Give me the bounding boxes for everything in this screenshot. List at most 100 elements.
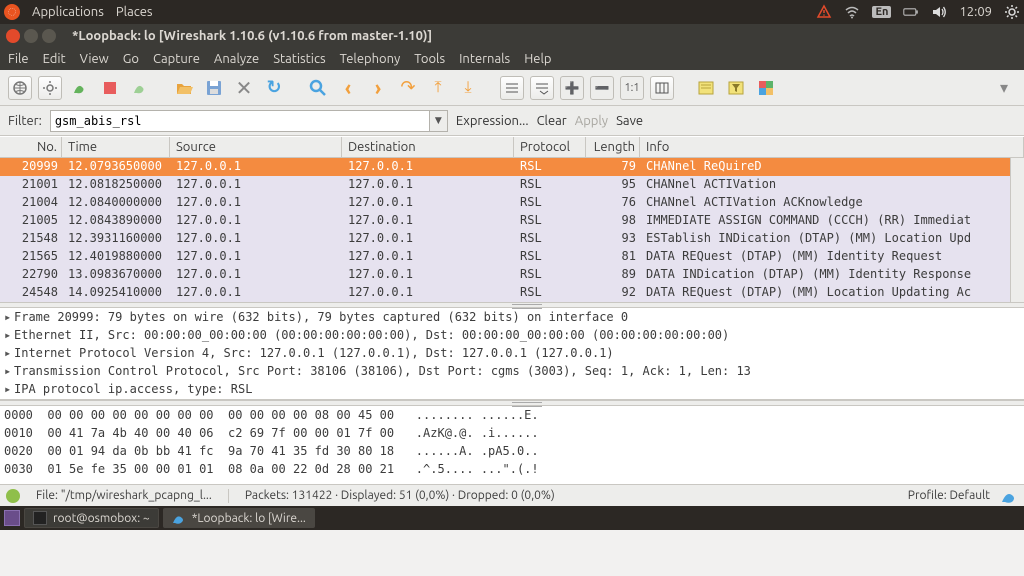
volume-icon[interactable]: [931, 4, 947, 20]
col-header-info[interactable]: Info: [640, 137, 1024, 157]
col-header-time[interactable]: Time: [62, 137, 170, 157]
detail-line[interactable]: ▸IPA protocol ip.access, type: RSL: [4, 382, 1020, 400]
filter-expression-button[interactable]: Expression...: [456, 114, 529, 128]
window-titlebar[interactable]: *Loopback: lo [Wireshark 1.10.6 (v1.10.6…: [0, 24, 1024, 48]
filter-apply-button[interactable]: Apply: [575, 114, 608, 128]
filter-save-button[interactable]: Save: [616, 114, 643, 128]
pane-splitter-bottom[interactable]: [0, 400, 1024, 406]
col-header-protocol[interactable]: Protocol: [514, 137, 586, 157]
go-first-icon[interactable]: ⤒: [426, 76, 450, 100]
packet-details-pane[interactable]: ▸Frame 20999: 79 bytes on wire (632 bits…: [0, 308, 1024, 400]
packet-row[interactable]: 2154812.3931160000127.0.0.1127.0.0.1RSL9…: [0, 230, 1024, 248]
packet-row[interactable]: 2100512.0843890000127.0.0.1127.0.0.1RSL9…: [0, 212, 1024, 230]
go-to-packet-icon[interactable]: ↷: [396, 76, 420, 100]
go-forward-icon[interactable]: ›: [366, 76, 390, 100]
col-header-source[interactable]: Source: [170, 137, 342, 157]
packet-row[interactable]: 2100412.0840000000127.0.0.1127.0.0.1RSL7…: [0, 194, 1024, 212]
menu-file[interactable]: File: [8, 52, 29, 66]
gnome-top-panel: ◌ Applications Places En 12:09: [0, 0, 1024, 24]
menu-internals[interactable]: Internals: [459, 52, 510, 66]
system-gear-icon[interactable]: [1004, 4, 1020, 20]
pane-splitter-top[interactable]: [0, 302, 1024, 308]
save-file-icon[interactable]: [202, 76, 226, 100]
filter-label: Filter:: [8, 114, 42, 128]
col-header-no[interactable]: No.: [0, 137, 62, 157]
packet-row[interactable]: 2279013.0983670000127.0.0.1127.0.0.1RSL8…: [0, 266, 1024, 284]
menu-help[interactable]: Help: [524, 52, 551, 66]
main-toolbar: ✕ ↻ ‹ › ↷ ⤒ ⤓ ➕ ➖ 1:1 ▾: [0, 70, 1024, 106]
detail-line[interactable]: ▸Frame 20999: 79 bytes on wire (632 bits…: [4, 310, 1020, 328]
reload-icon[interactable]: ↻: [262, 76, 286, 100]
open-file-icon[interactable]: [172, 76, 196, 100]
hex-row[interactable]: 0020 00 01 94 da 0b bb 41 fc 9a 70 41 35…: [4, 444, 1020, 462]
window-close-icon[interactable]: [6, 29, 20, 43]
detail-line[interactable]: ▸Transmission Control Protocol, Src Port…: [4, 364, 1020, 382]
interfaces-icon[interactable]: [8, 76, 32, 100]
go-last-icon[interactable]: ⤓: [456, 76, 480, 100]
hex-row[interactable]: 0010 00 41 7a 4b 40 00 40 06 c2 69 7f 00…: [4, 426, 1020, 444]
menu-analyze[interactable]: Analyze: [214, 52, 259, 66]
capture-filters-icon[interactable]: [694, 76, 718, 100]
close-file-icon[interactable]: ✕: [232, 76, 256, 100]
network-wifi-icon[interactable]: [844, 4, 860, 20]
detail-line[interactable]: ▸Ethernet II, Src: 00:00:00_00:00:00 (00…: [4, 328, 1020, 346]
go-back-icon[interactable]: ‹: [336, 76, 360, 100]
packet-list-scrollbar[interactable]: [1010, 158, 1024, 302]
col-header-dest[interactable]: Destination: [342, 137, 514, 157]
detail-line[interactable]: ▸Internet Protocol Version 4, Src: 127.0…: [4, 346, 1020, 364]
start-capture-icon[interactable]: [68, 76, 92, 100]
menu-telephony[interactable]: Telephony: [340, 52, 401, 66]
packet-list[interactable]: 2099912.0793650000127.0.0.1127.0.0.1RSL7…: [0, 158, 1024, 302]
auto-scroll-icon[interactable]: [530, 76, 554, 100]
hex-row[interactable]: 0030 01 5e fe 35 00 00 01 01 08 0a 00 22…: [4, 462, 1020, 480]
show-desktop-icon[interactable]: [4, 510, 20, 526]
expert-info-icon[interactable]: [6, 489, 20, 503]
keyboard-layout-indicator[interactable]: En: [872, 6, 891, 18]
col-header-length[interactable]: Length: [586, 137, 640, 157]
resize-columns-icon[interactable]: [650, 76, 674, 100]
warning-indicator-icon[interactable]: [816, 4, 832, 20]
terminal-icon: [33, 511, 47, 525]
packet-bytes-pane[interactable]: 0000 00 00 00 00 00 00 00 00 00 00 00 00…: [0, 406, 1024, 484]
zoom-reset-icon[interactable]: 1:1: [620, 76, 644, 100]
menu-go[interactable]: Go: [123, 52, 139, 66]
menu-capture[interactable]: Capture: [153, 52, 200, 66]
restart-capture-icon[interactable]: [128, 76, 152, 100]
task-terminal-label: root@osmobox: ~: [53, 512, 150, 525]
menu-edit[interactable]: Edit: [43, 52, 66, 66]
filter-dropdown-icon[interactable]: ▼: [430, 110, 448, 132]
applications-menu[interactable]: Applications: [32, 5, 104, 19]
find-packet-icon[interactable]: [306, 76, 330, 100]
colorize-icon[interactable]: [500, 76, 524, 100]
toolbar-overflow-icon[interactable]: ▾: [992, 76, 1016, 100]
options-icon[interactable]: [38, 76, 62, 100]
status-profile[interactable]: Profile: Default: [908, 489, 990, 502]
window-minimize-icon[interactable]: [24, 29, 38, 43]
packet-row[interactable]: 2099912.0793650000127.0.0.1127.0.0.1RSL7…: [0, 158, 1024, 176]
stop-capture-icon[interactable]: [98, 76, 122, 100]
filter-clear-button[interactable]: Clear: [537, 114, 567, 128]
window-title: *Loopback: lo [Wireshark 1.10.6 (v1.10.6…: [72, 29, 432, 43]
menu-view[interactable]: View: [80, 52, 109, 66]
battery-icon[interactable]: [903, 4, 919, 20]
task-wireshark[interactable]: *Loopback: lo [Wire...: [163, 508, 315, 528]
hex-row[interactable]: 0000 00 00 00 00 00 00 00 00 00 00 00 00…: [4, 408, 1020, 426]
packet-row[interactable]: 2100112.0818250000127.0.0.1127.0.0.1RSL9…: [0, 176, 1024, 194]
ubuntu-logo-icon[interactable]: ◌: [4, 4, 20, 20]
display-filter-bar: Filter: ▼ Expression... Clear Apply Save: [0, 106, 1024, 136]
zoom-in-icon[interactable]: ➕: [560, 76, 584, 100]
filter-input[interactable]: [50, 110, 430, 132]
places-menu[interactable]: Places: [116, 5, 153, 19]
zoom-out-icon[interactable]: ➖: [590, 76, 614, 100]
packet-row[interactable]: 2156512.4019880000127.0.0.1127.0.0.1RSL8…: [0, 248, 1024, 266]
clock[interactable]: 12:09: [959, 5, 992, 19]
task-terminal[interactable]: root@osmobox: ~: [24, 508, 159, 528]
window-maximize-icon[interactable]: [42, 29, 56, 43]
menu-tools[interactable]: Tools: [414, 52, 445, 66]
display-filters-icon[interactable]: [724, 76, 748, 100]
menu-statistics[interactable]: Statistics: [273, 52, 325, 66]
coloring-rules-icon[interactable]: [754, 76, 778, 100]
packet-row[interactable]: 2454814.0925410000127.0.0.1127.0.0.1RSL9…: [0, 284, 1024, 302]
gnome-bottom-panel: root@osmobox: ~ *Loopback: lo [Wire...: [0, 506, 1024, 530]
status-file: File: "/tmp/wireshark_pcapng_l...: [36, 489, 212, 502]
